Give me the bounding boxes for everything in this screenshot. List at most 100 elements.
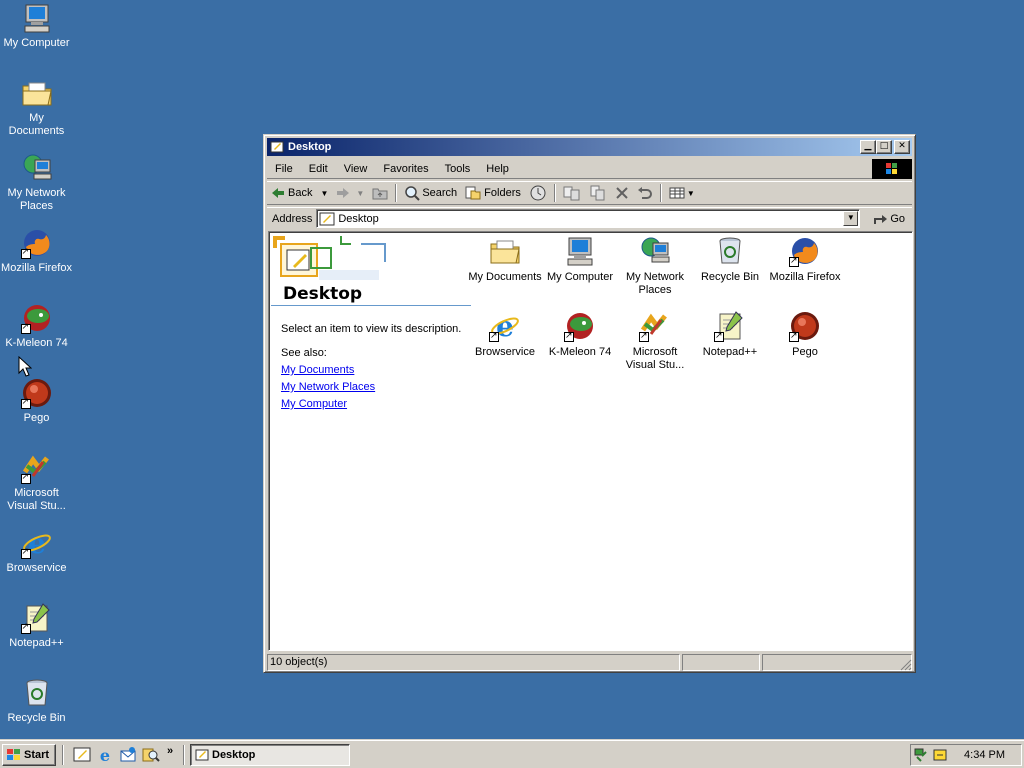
resize-grip-icon[interactable]: [899, 658, 912, 671]
volume-tray-icon[interactable]: [932, 747, 948, 763]
taskbar-button-label: Desktop: [212, 749, 256, 761]
desktop-icon-pego[interactable]: Pego: [0, 377, 73, 425]
item-pego[interactable]: Pego: [768, 310, 842, 359]
dropdown-arrow-icon[interactable]: ▼: [320, 189, 328, 198]
item-network-places[interactable]: My Network Places: [618, 235, 692, 297]
desktop-icon-label: Browservice: [6, 562, 67, 574]
item-browservice[interactable]: e Browservice: [468, 310, 542, 359]
ie-quicklaunch-icon[interactable]: e: [96, 746, 114, 764]
menu-favorites[interactable]: Favorites: [375, 163, 436, 175]
window-title: Desktop: [288, 141, 332, 153]
link-my-computer[interactable]: My Computer: [281, 398, 347, 410]
computer-icon: [21, 2, 53, 34]
search-button[interactable]: Search: [400, 183, 461, 203]
network-places-icon: [639, 235, 671, 267]
history-icon: [530, 185, 546, 201]
item-notepadpp[interactable]: Notepad++: [693, 310, 767, 359]
item-label: My Documents: [468, 271, 542, 283]
copy-to-button[interactable]: [585, 183, 611, 203]
item-my-computer[interactable]: My Computer: [543, 235, 617, 284]
maximize-icon: □: [879, 141, 889, 151]
toolbar-separator: [659, 184, 662, 202]
desktop-icon-network-places[interactable]: My Network Places: [0, 152, 73, 213]
title-bar[interactable]: Desktop ▁ □ ✕: [267, 138, 912, 156]
search-quicklaunch-icon[interactable]: [142, 746, 160, 764]
up-folder-icon: [372, 188, 388, 200]
taskbar: Start e » Desktop 4:34 PM: [0, 740, 1024, 768]
close-button[interactable]: ✕: [894, 140, 910, 154]
move-to-button[interactable]: [559, 183, 585, 203]
item-label: Recycle Bin: [700, 271, 760, 283]
link-my-documents[interactable]: My Documents: [281, 364, 354, 376]
search-label: Search: [422, 187, 458, 199]
menu-help[interactable]: Help: [478, 163, 517, 175]
item-label: My Network Places: [625, 271, 685, 296]
item-recycle-bin[interactable]: Recycle Bin: [693, 235, 767, 284]
forward-button[interactable]: ▼: [332, 183, 368, 203]
folder-view: Desktop Select an item to view its descr…: [268, 231, 913, 651]
forward-arrow-icon: [337, 188, 350, 198]
dropdown-arrow-icon[interactable]: ▼: [356, 189, 364, 198]
taskbar-button-desktop[interactable]: Desktop: [190, 744, 350, 766]
ie-icon: e: [489, 310, 521, 343]
go-arrow-icon: [874, 214, 888, 224]
desktop-icon-my-computer[interactable]: My Computer: [0, 2, 73, 50]
visual-studio-icon: [639, 310, 671, 343]
link-my-network-places[interactable]: My Network Places: [281, 381, 375, 393]
folders-label: Folders: [484, 187, 521, 199]
up-folder-button[interactable]: [368, 183, 392, 203]
history-button[interactable]: [525, 183, 551, 203]
copy-to-icon: [590, 185, 605, 201]
maximize-button[interactable]: □: [876, 140, 892, 154]
start-label: Start: [24, 749, 50, 761]
chevron-right-icon[interactable]: »: [167, 745, 173, 757]
dropdown-arrow-icon[interactable]: ▼: [687, 189, 695, 198]
desktop-icon-label: Notepad++: [9, 637, 64, 649]
back-label: Back: [288, 187, 313, 199]
undo-icon: [637, 187, 652, 199]
menu-view[interactable]: View: [336, 163, 376, 175]
windows-logo-throbber: [872, 159, 912, 179]
windows-flag-icon: [7, 749, 20, 760]
desktop-icon-visual-studio[interactable]: Microsoft Visual Stu...: [0, 452, 73, 513]
item-label: K-Meleon 74: [548, 346, 612, 358]
start-button[interactable]: Start: [2, 744, 56, 766]
folders-button[interactable]: Folders: [461, 183, 525, 203]
outlook-express-icon[interactable]: [119, 746, 137, 764]
desktop-icon-recycle-bin[interactable]: Recycle Bin: [0, 677, 73, 725]
item-kmeleon[interactable]: K-Meleon 74: [543, 310, 617, 359]
network-tray-icon[interactable]: [914, 747, 930, 763]
desktop-icon-firefox[interactable]: Mozilla Firefox: [0, 227, 73, 275]
menu-tools[interactable]: Tools: [437, 163, 479, 175]
address-label: Address: [272, 212, 313, 225]
address-dropdown-button[interactable]: ▼: [843, 211, 859, 226]
recycle-bin-icon: [21, 677, 53, 709]
desktop-icon-notepadpp[interactable]: Notepad++: [0, 602, 73, 650]
delete-button[interactable]: [611, 183, 633, 203]
item-visual-studio[interactable]: Microsoft Visual Stu...: [618, 310, 692, 372]
menu-file[interactable]: File: [267, 163, 301, 175]
desktop-icon-browservice[interactable]: e Browservice: [0, 527, 73, 575]
minimize-button[interactable]: ▁: [860, 140, 876, 154]
windows-flag-icon: [886, 163, 897, 174]
undo-button[interactable]: [633, 183, 657, 203]
clock[interactable]: 4:34 PM: [964, 749, 1005, 761]
desktop-icon-my-documents[interactable]: My Documents: [0, 77, 73, 138]
desktop-folder-icon: [195, 749, 209, 761]
shortcut-arrow-icon: [20, 322, 31, 334]
views-button[interactable]: ▼: [665, 183, 699, 203]
desktop-icon-kmeleon[interactable]: K-Meleon 74: [0, 302, 73, 350]
web-view-banner: Desktop: [271, 234, 471, 306]
address-field[interactable]: Desktop ▼: [316, 209, 861, 228]
item-label: Microsoft Visual Stu...: [625, 346, 685, 371]
close-icon: ✕: [898, 141, 906, 151]
show-desktop-icon[interactable]: [73, 746, 91, 764]
item-firefox[interactable]: Mozilla Firefox: [768, 235, 842, 284]
back-button[interactable]: Back ▼: [267, 183, 332, 203]
explorer-window: Desktop ▁ □ ✕ File Edit View Favorites T…: [263, 134, 916, 673]
item-my-documents[interactable]: My Documents: [468, 235, 542, 284]
item-label: Notepad++: [702, 346, 758, 358]
shortcut-arrow-icon: [20, 622, 31, 634]
menu-edit[interactable]: Edit: [301, 163, 336, 175]
go-button[interactable]: Go: [868, 212, 909, 226]
